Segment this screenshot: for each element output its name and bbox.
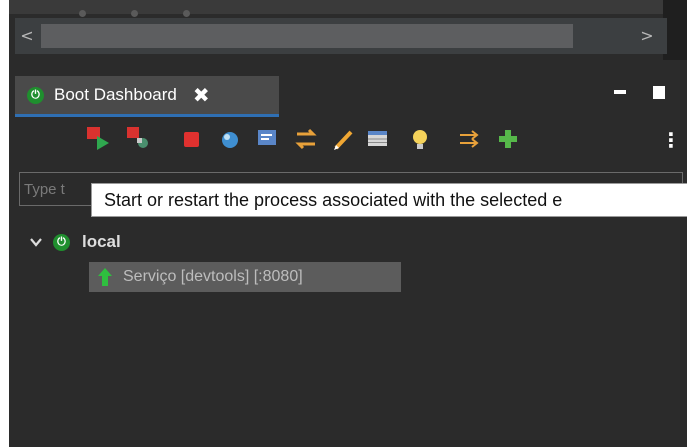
tab-title: Boot Dashboard: [54, 85, 177, 104]
view-menu-icon[interactable]: ⋮: [661, 128, 681, 152]
boot-dashboard-window: < > ⏻ Boot Dashboard ✖ ⋮ Type t Start or…: [9, 0, 687, 447]
close-icon[interactable]: ✖: [193, 83, 210, 107]
running-arrow-icon: [98, 268, 112, 286]
tree-node-label: local: [82, 232, 121, 251]
scroll-left-icon[interactable]: <: [17, 26, 37, 46]
chevron-down-icon[interactable]: [29, 235, 43, 249]
top-strip: [9, 0, 687, 17]
minimize-icon[interactable]: [614, 90, 626, 94]
tree-node-service[interactable]: Serviço [devtools] [:8080]: [89, 262, 401, 292]
start-restart-icon[interactable]: [83, 124, 113, 154]
bulb-icon[interactable]: [405, 124, 435, 154]
scrollbar-thumb[interactable]: [41, 24, 573, 48]
dot: [79, 10, 86, 17]
console-icon[interactable]: [253, 124, 283, 154]
pencil-icon[interactable]: [329, 124, 359, 154]
expose-icon[interactable]: [455, 124, 485, 154]
add-icon[interactable]: [493, 124, 523, 154]
power-icon: ⏻: [27, 86, 44, 104]
active-tab-indicator: [15, 114, 279, 117]
power-icon: ⏻: [53, 233, 70, 251]
tab-boot-dashboard[interactable]: ⏻ Boot Dashboard ✖: [15, 76, 279, 114]
debug-icon[interactable]: [123, 124, 153, 154]
swap-arrows-icon[interactable]: [291, 124, 321, 154]
tooltip: Start or restart the process associated …: [91, 183, 687, 217]
horizontal-scrollbar[interactable]: < >: [15, 18, 667, 54]
scroll-right-icon[interactable]: >: [637, 26, 657, 46]
tree-node-label: Serviço [devtools] [:8080]: [123, 268, 303, 285]
maximize-icon[interactable]: [653, 86, 665, 99]
dot: [131, 10, 139, 17]
stop-icon[interactable]: [177, 124, 207, 154]
dot: [183, 10, 191, 17]
tab-bar: ⏻ Boot Dashboard ✖: [9, 72, 687, 118]
toolbar: ⋮: [9, 118, 687, 166]
tree-node-local[interactable]: ⏻ local: [29, 230, 121, 254]
table-icon[interactable]: [363, 124, 393, 154]
globe-icon[interactable]: [215, 124, 245, 154]
